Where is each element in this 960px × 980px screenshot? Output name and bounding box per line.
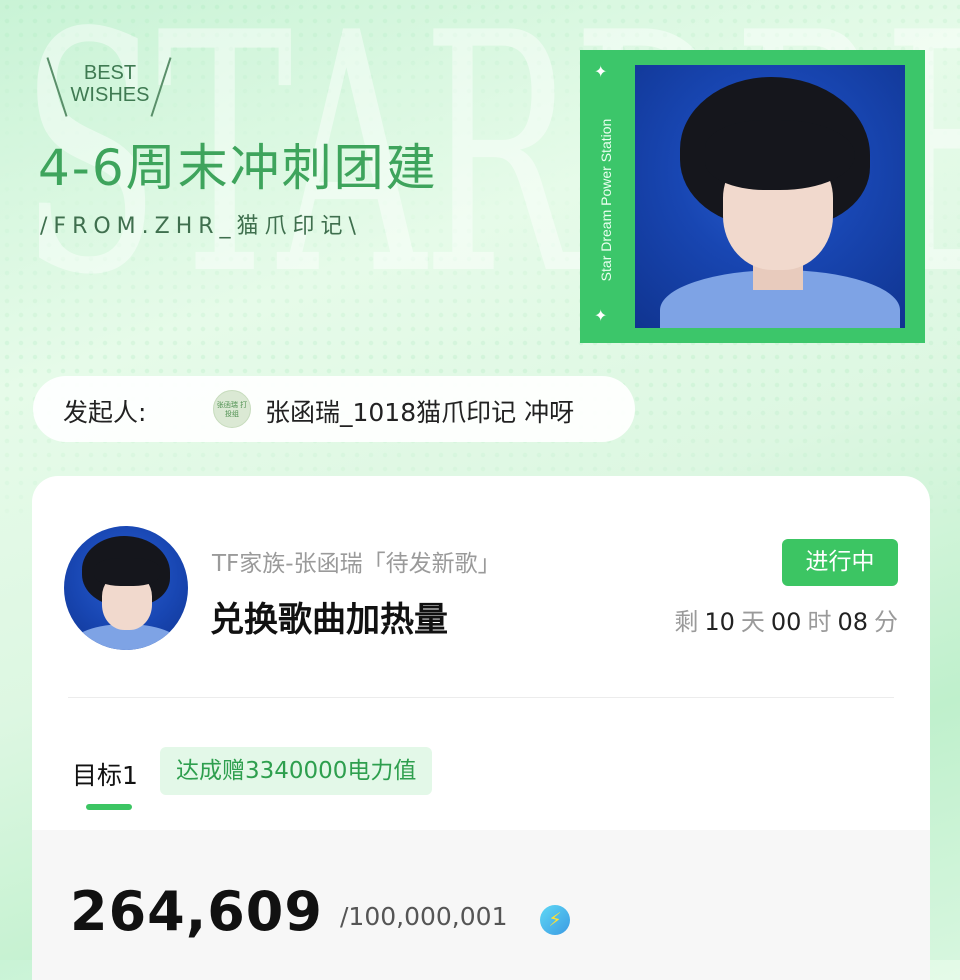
idol-avatar[interactable] [64, 526, 188, 650]
status-badge: 进行中 [782, 539, 898, 586]
task-card: TF家族-张函瑞「待发新歌」 兑换歌曲加热量 进行中 剩 10 天 00 时 08 分 目标… [32, 476, 930, 980]
fandom-label: TF家族-张函瑞「待发新歌」 [212, 551, 501, 577]
badge-text: BEST WISHES [70, 62, 150, 106]
sparkle-icon: ✦ [594, 306, 608, 325]
poster-portrait-photo [635, 65, 905, 328]
countdown-timer: 剩 10 天 00 时 08 分 [674, 608, 898, 636]
badge-slash-left [46, 57, 68, 117]
task-title: 兑换歌曲加热量 [210, 600, 448, 640]
goal-reward-tag: 达成赠3340000电力值 [160, 747, 433, 795]
sparkle-icon: ✦ [594, 62, 608, 81]
poster-image: ✦ Star Dream Power Station ✦ [580, 50, 925, 343]
tab-active-indicator [86, 804, 132, 810]
target-power-value: /100,000,001 [340, 902, 508, 931]
best-wishes-badge: BEST WISHES [44, 56, 174, 118]
page-subtitle: /FROM.ZHR_猫爪印记\ [40, 214, 362, 239]
initiator-name[interactable]: 张函瑞_1018猫爪印记 冲呀 [265, 393, 574, 429]
current-power-value: 264,609 [70, 880, 323, 943]
page-title: 4-6周末冲刺团建 [38, 139, 438, 197]
initiator-avatar[interactable]: 张函瑞 打投组 [213, 390, 251, 428]
tab-goal-1[interactable]: 目标1 [72, 756, 138, 792]
card-divider [68, 697, 894, 698]
badge-slash-right [150, 57, 172, 117]
poster-vertical-caption: Star Dream Power Station [598, 118, 614, 282]
lightning-bolt-icon: ⚡ [540, 905, 570, 935]
initiator-pill[interactable]: 发起人: 张函瑞 打投组 张函瑞_1018猫爪印记 冲呀 [33, 376, 635, 442]
initiator-label: 发起人: [63, 398, 147, 427]
